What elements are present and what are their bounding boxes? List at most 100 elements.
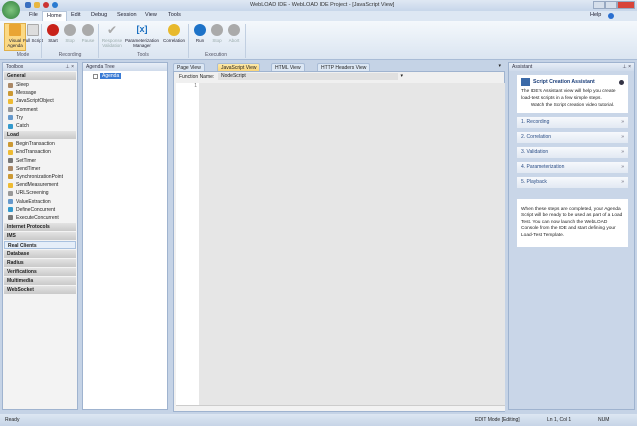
toolbox-item-label: EndTransaction <box>16 149 51 156</box>
pause-recording-button[interactable]: Pause <box>77 24 99 43</box>
toolbox-category[interactable]: Verifications <box>4 268 76 276</box>
toolbox-item[interactable]: Comment <box>3 106 77 114</box>
assistant-step[interactable]: 1. Recording » <box>517 116 628 128</box>
toolbox-category[interactable]: Real Clients <box>4 241 76 249</box>
toolbox-item[interactable]: SetTimer <box>3 157 77 165</box>
abort-button[interactable]: Abort <box>223 24 245 43</box>
toolbox-item[interactable]: SynchronizationPoint <box>3 173 77 181</box>
toolbox-item-icon <box>8 182 13 188</box>
toolbox-item-label: DefineConcurrent <box>16 206 56 213</box>
toolbox-item[interactable]: SendMeasurement <box>3 181 77 189</box>
app-logo[interactable] <box>2 1 20 19</box>
code-area[interactable] <box>199 83 505 405</box>
menu-home[interactable]: Home <box>42 11 67 21</box>
step-label: 1. Recording <box>521 118 550 125</box>
toolbox-item[interactable]: BeginTransaction <box>3 140 77 148</box>
toolbox-item-icon <box>8 199 13 205</box>
toolbox-category[interactable]: WebSocket <box>4 286 76 294</box>
status-position: Ln 1, Col 1 <box>547 417 572 423</box>
toolbox-category[interactable]: Multimedia <box>4 277 76 285</box>
tab-html-view[interactable]: HTML View <box>271 63 305 71</box>
toolbox-item-label: Comment <box>16 106 38 113</box>
toolbox-item[interactable]: Sleep <box>3 81 77 89</box>
toolbox-item[interactable]: ExecuteConcurrent <box>3 214 77 222</box>
pin-close-icons[interactable]: ⊥ × <box>622 63 631 71</box>
toolbox-category[interactable]: IMS <box>4 232 76 240</box>
menu-tools[interactable]: Tools <box>168 12 181 18</box>
category-load[interactable]: Load <box>4 131 76 140</box>
status-bar: Ready EDIT Mode [Editing] Ln 1, Col 1 NU… <box>0 414 637 426</box>
toolbox-item-label: SendMeasurement <box>16 182 59 189</box>
video-tutorial-link[interactable]: Watch the Script creation video tutorial… <box>521 103 624 110</box>
help-icon[interactable] <box>608 13 614 19</box>
category-general[interactable]: General <box>4 72 76 80</box>
expand-icon: » <box>621 163 624 170</box>
response-validation-button[interactable]: ✔ Response Validation <box>100 24 124 48</box>
group-tools: Tools <box>137 52 149 58</box>
toolbox-item-label: Message <box>16 90 37 97</box>
agenda-root-node[interactable]: Agenda <box>93 73 167 79</box>
toolbox-category[interactable]: Internet Protocols <box>4 223 76 231</box>
assistant-header: Assistant ⊥ × <box>509 63 634 71</box>
status-mode: EDIT Mode [Editing] <box>475 417 520 423</box>
parameterization-manager-button[interactable]: [x] Parameterization Manager <box>124 24 160 48</box>
correlation-button[interactable]: Correlation <box>162 24 186 43</box>
pin-close-icons[interactable]: ⊥ × <box>65 63 74 71</box>
toolbox-item[interactable]: Try <box>3 114 77 122</box>
label: Stop <box>65 38 75 43</box>
label: Abort <box>228 38 240 43</box>
menu-view[interactable]: View <box>145 12 157 18</box>
assistant-step[interactable]: 2. Correlation » <box>517 131 628 143</box>
toolbox-item[interactable]: EndTransaction <box>3 148 77 156</box>
new-icon[interactable] <box>25 2 31 8</box>
run-icon[interactable] <box>52 2 58 8</box>
divider <box>245 24 246 58</box>
menu-file[interactable]: File <box>29 12 38 18</box>
open-icon[interactable] <box>34 2 40 8</box>
collapse-icon[interactable] <box>619 79 624 85</box>
assistant-step[interactable]: 4. Parameterization » <box>517 161 628 173</box>
help-menu[interactable]: Help <box>590 12 601 18</box>
function-name-select[interactable]: NodeScript ▾ <box>218 73 403 80</box>
tab-javascript-view[interactable]: JavaScript View <box>217 63 261 71</box>
step-label: 2. Correlation <box>521 133 552 140</box>
menu-edit[interactable]: Edit <box>71 12 80 18</box>
group-mode: Mode <box>16 52 30 58</box>
toolbox-item[interactable]: DefineConcurrent <box>3 206 77 214</box>
toolbox-item-icon <box>8 149 13 155</box>
toolbox-category[interactable]: Database <box>4 250 76 258</box>
assistant-logo-icon <box>521 78 530 86</box>
horizontal-scrollbar[interactable] <box>176 405 505 411</box>
close-button[interactable] <box>617 1 635 9</box>
assistant-step[interactable]: 3. Validation » <box>517 146 628 158</box>
menu-debug[interactable]: Debug <box>91 12 107 18</box>
assistant-title: Assistant <box>512 64 533 70</box>
label: Stop <box>212 38 222 43</box>
maximize-button[interactable] <box>605 1 617 9</box>
status-num: NUM <box>598 417 610 423</box>
record-icon[interactable] <box>43 2 49 8</box>
minimize-button[interactable] <box>593 1 605 9</box>
tab-dropdown-icon[interactable]: ▾ <box>498 63 501 69</box>
toolbox-item[interactable]: Message <box>3 89 77 97</box>
toolbox-item[interactable]: Catch <box>3 122 77 130</box>
label: Full Script <box>22 38 43 43</box>
label: Visual Agenda <box>7 38 23 48</box>
editor-area: Page View JavaScript View HTML View HTTP… <box>171 61 505 412</box>
toolbox-item[interactable]: JavaScriptObject <box>3 97 77 105</box>
agenda-tree-panel: Agenda Tree Agenda <box>82 62 168 410</box>
menu-session[interactable]: Session <box>117 12 137 18</box>
toolbox-item[interactable]: SendTimer <box>3 165 77 173</box>
toolbox-item-icon <box>8 115 13 121</box>
toolbox-item[interactable]: URLScreening <box>3 189 77 197</box>
toolbox-category[interactable]: Radius <box>4 259 76 267</box>
assistant-step[interactable]: 5. Playback » <box>517 176 628 188</box>
toolbox-item[interactable]: ValueExtraction <box>3 197 77 205</box>
tab-page-view[interactable]: Page View <box>173 63 205 71</box>
assistant-intro: The IDE's Assistant view will help you c… <box>521 89 616 101</box>
expand-icon: » <box>621 178 624 185</box>
tab-http-headers-view[interactable]: HTTP Headers View <box>317 63 371 71</box>
toolbox-title: Toolbox <box>6 64 24 70</box>
toolbox-item-label: Catch <box>16 123 30 130</box>
function-name-value: NodeScript <box>221 73 246 79</box>
